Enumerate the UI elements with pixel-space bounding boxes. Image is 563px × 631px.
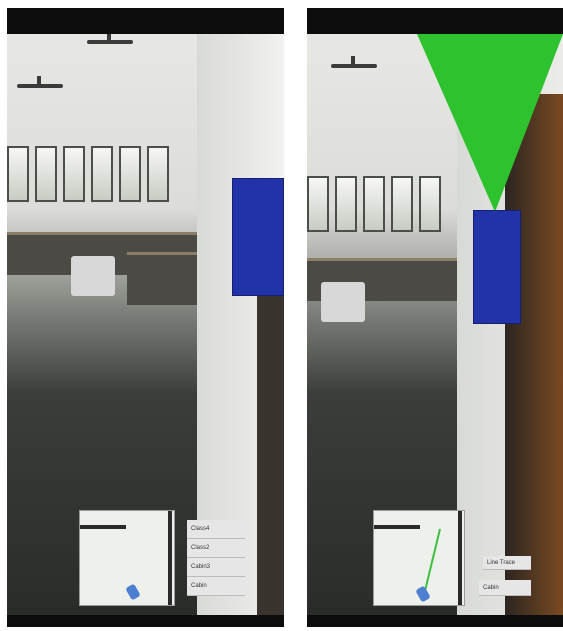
windows [7,146,169,202]
nav-bar [7,615,284,627]
camera-view: Line Trace Cabin [307,34,563,615]
minimap[interactable] [373,510,465,606]
minimap[interactable] [79,510,175,606]
route-controls: Line Trace [483,556,531,570]
destination-button[interactable]: Cabin [479,580,531,596]
ceiling-fan [331,56,377,68]
chair [71,256,115,296]
destination-field: Cabin [479,580,531,596]
phone-screen-left: Class4 Class2 Cabin3 Cabin [7,8,284,627]
destination-marker [232,178,284,296]
chair [321,282,365,322]
status-bar [7,8,284,34]
menu-item-cabin3[interactable]: Cabin3 [187,558,245,577]
user-location-icon [125,583,141,601]
phone-screen-right: Line Trace Cabin [307,8,563,627]
nav-bar [307,615,563,627]
ceiling-fan [87,34,133,44]
status-bar [307,8,563,34]
menu-item-cabin[interactable]: Cabin [187,577,245,596]
destination-marker [473,210,521,324]
direction-arrow [417,34,563,212]
line-trace-button[interactable]: Line Trace [483,556,531,570]
ceiling-fan [17,76,63,88]
menu-item-class2[interactable]: Class2 [187,539,245,558]
destination-menu: Class4 Class2 Cabin3 Cabin [187,520,245,596]
camera-view: Class4 Class2 Cabin3 Cabin [7,34,284,615]
menu-item-class4[interactable]: Class4 [187,520,245,539]
